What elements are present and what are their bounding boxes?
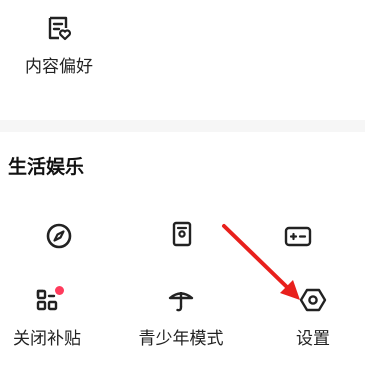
id-card-icon	[168, 220, 196, 248]
compass-icon	[45, 222, 73, 250]
teen-mode-label: 青少年模式	[138, 329, 224, 349]
content-preference-label: 内容偏好	[25, 57, 93, 77]
game-item[interactable]	[242, 222, 352, 250]
close-subsidy-label: 关闭补贴	[13, 329, 81, 349]
settings-item[interactable]: 设置	[258, 286, 365, 349]
game-controller-icon	[283, 222, 312, 250]
teen-mode-item[interactable]: 青少年模式	[126, 286, 236, 349]
content-preference-icon	[45, 14, 73, 42]
settings-hexagon-icon	[299, 286, 327, 314]
umbrella-icon	[167, 286, 195, 314]
content-preference-item[interactable]: 内容偏好	[4, 14, 114, 77]
close-subsidy-item[interactable]: 关闭补贴	[0, 286, 102, 349]
grid-apps-icon	[33, 286, 64, 314]
notification-badge	[55, 286, 64, 295]
settings-label: 设置	[296, 329, 330, 349]
section-title: 生活娱乐	[8, 156, 85, 178]
id-card-item[interactable]	[127, 220, 237, 248]
compass-item[interactable]	[4, 222, 114, 250]
